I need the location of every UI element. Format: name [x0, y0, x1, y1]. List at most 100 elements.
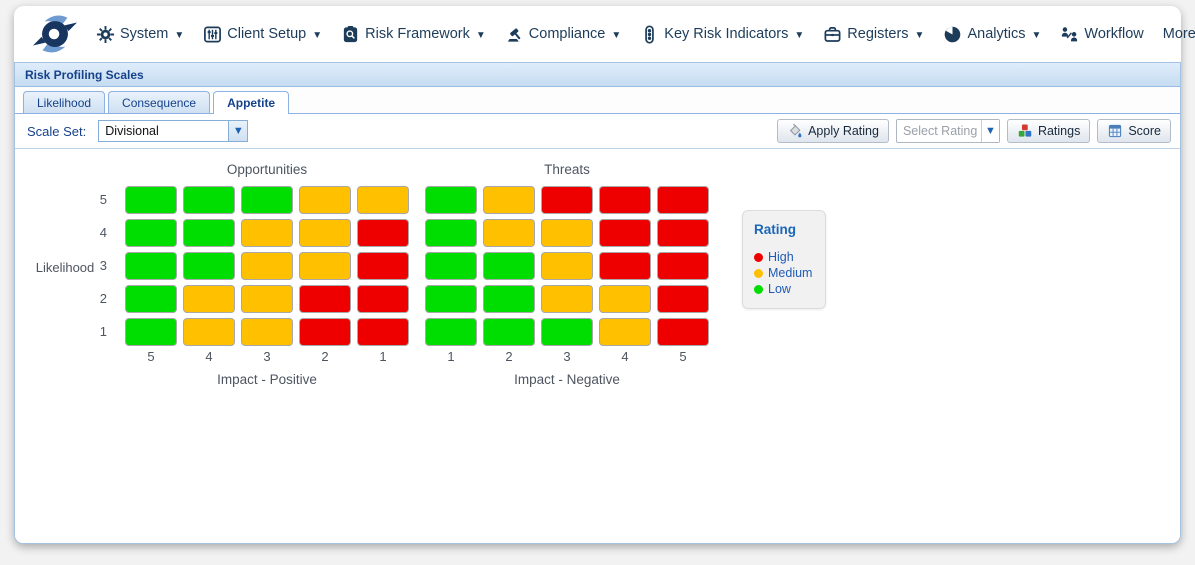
chevron-down-icon[interactable]: ▼ — [228, 121, 247, 141]
tab-likelihood[interactable]: Likelihood — [23, 91, 105, 113]
threats-cell-likelihood4-impact3-medium[interactable] — [541, 219, 593, 247]
opportunities-cell-likelihood2-impact3-medium[interactable] — [241, 285, 293, 313]
gear-icon — [96, 25, 115, 44]
legend-item-high: High — [754, 250, 825, 264]
legend-title: Rating — [754, 222, 825, 237]
threats-cell-likelihood2-impact2-low[interactable] — [483, 285, 535, 313]
opportunities-cell-likelihood1-impact2-high[interactable] — [299, 318, 351, 346]
main-panel: Risk Profiling Scales LikelihoodConseque… — [14, 62, 1181, 544]
threats-cell-likelihood4-impact4-high[interactable] — [599, 219, 651, 247]
legend-items: High Medium Low — [754, 250, 825, 296]
nav-item-compliance[interactable]: Compliance▼ — [505, 25, 621, 44]
opportunities-impact-label-1: 1 — [357, 349, 409, 364]
threats-cell-likelihood1-impact3-low[interactable] — [541, 318, 593, 346]
chevron-down-icon: ▼ — [1031, 30, 1041, 41]
rating-legend: Rating High Medium Low — [742, 210, 826, 309]
opportunities-cell-likelihood2-impact4-medium[interactable] — [183, 285, 235, 313]
gavel-icon — [505, 25, 524, 44]
nav-item-key-risk-indicators[interactable]: Key Risk Indicators ▼ — [640, 25, 804, 44]
opportunities-cell-likelihood1-impact5-low[interactable] — [125, 318, 177, 346]
nav-item-client-setup[interactable]: Client Setup▼ — [203, 25, 322, 44]
threats-cell-likelihood5-impact4-high[interactable] — [599, 186, 651, 214]
threats-cell-likelihood1-impact4-medium[interactable] — [599, 318, 651, 346]
threats-impact-label-3: 3 — [541, 349, 593, 364]
opportunities-cell-likelihood4-impact4-low[interactable] — [183, 219, 235, 247]
threats-cell-likelihood3-impact2-low[interactable] — [483, 252, 535, 280]
legend-item-label: Low — [768, 282, 791, 296]
opportunities-cell-likelihood1-impact4-medium[interactable] — [183, 318, 235, 346]
threats-cell-likelihood2-impact1-low[interactable] — [425, 285, 477, 313]
ratings-button[interactable]: Ratings — [1007, 119, 1090, 143]
nav-item-more[interactable]: More▼ — [1163, 26, 1195, 42]
opportunities-cell-likelihood5-impact1-medium[interactable] — [357, 186, 409, 214]
threats-cell-likelihood2-impact4-medium[interactable] — [599, 285, 651, 313]
nav-item-analytics[interactable]: Analytics▼ — [943, 25, 1041, 44]
opportunities-cell-likelihood3-impact5-low[interactable] — [125, 252, 177, 280]
opportunities-cell-likelihood5-impact5-low[interactable] — [125, 186, 177, 214]
opportunities-cell-likelihood3-impact4-low[interactable] — [183, 252, 235, 280]
threats-x-axis-label: Impact - Negative — [425, 372, 709, 387]
legend-item-medium: Medium — [754, 266, 825, 280]
paint-bucket-icon — [787, 123, 803, 139]
threats-cell-likelihood5-impact2-medium[interactable] — [483, 186, 535, 214]
threats-impact-label-2: 2 — [483, 349, 535, 364]
threats-cell-likelihood3-impact1-low[interactable] — [425, 252, 477, 280]
threats-cell-likelihood4-impact1-low[interactable] — [425, 219, 477, 247]
nav-item-label: Key Risk Indicators — [664, 26, 788, 42]
opportunities-cell-likelihood2-impact5-low[interactable] — [125, 285, 177, 313]
nav-item-registers[interactable]: Registers▼ — [823, 25, 924, 44]
opportunities-title: Opportunities — [125, 162, 409, 177]
nav-item-risk-framework[interactable]: Risk Framework▼ — [341, 25, 486, 44]
opportunities-cell-likelihood1-impact3-medium[interactable] — [241, 318, 293, 346]
threats-cell-likelihood3-impact5-high[interactable] — [657, 252, 709, 280]
opportunities-impact-label-3: 3 — [241, 349, 293, 364]
threats-cell-likelihood5-impact1-low[interactable] — [425, 186, 477, 214]
scale-set-select[interactable]: Divisional ▼ — [98, 120, 248, 142]
toolbar: Scale Set: Divisional ▼ Apply Rating — [15, 114, 1180, 149]
chevron-down-icon[interactable]: ▼ — [981, 120, 999, 142]
nav-item-system[interactable]: System▼ — [96, 25, 184, 44]
opportunities-impact-label-5: 5 — [125, 349, 177, 364]
opportunities-cell-likelihood4-impact3-medium[interactable] — [241, 219, 293, 247]
threats-cell-likelihood1-impact5-high[interactable] — [657, 318, 709, 346]
threats-cell-likelihood2-impact5-high[interactable] — [657, 285, 709, 313]
nav-item-workflow[interactable]: Workflow — [1060, 25, 1143, 44]
threats-cell-likelihood4-impact5-high[interactable] — [657, 219, 709, 247]
protecht-logo-icon — [32, 11, 78, 57]
tab-appetite[interactable]: Appetite — [213, 91, 289, 114]
opportunities-cell-likelihood4-impact2-medium[interactable] — [299, 219, 351, 247]
page: System▼ Client Setup▼ Risk Framework▼ Compl… — [0, 0, 1195, 565]
opportunities-cell-likelihood3-impact1-high[interactable] — [357, 252, 409, 280]
opportunities-cell-likelihood1-impact1-high[interactable] — [357, 318, 409, 346]
title-bar: Risk Profiling Scales — [15, 63, 1180, 87]
opportunities-cell-likelihood4-impact5-low[interactable] — [125, 219, 177, 247]
threats-cell-likelihood3-impact4-high[interactable] — [599, 252, 651, 280]
low-dot-icon — [754, 285, 763, 294]
threats-cell-likelihood2-impact3-medium[interactable] — [541, 285, 593, 313]
threats-cell-likelihood5-impact3-high[interactable] — [541, 186, 593, 214]
chevron-down-icon: ▼ — [794, 30, 804, 41]
threats-cell-likelihood4-impact2-medium[interactable] — [483, 219, 535, 247]
opportunities-cell-likelihood3-impact3-medium[interactable] — [241, 252, 293, 280]
nav-item-label: Registers — [847, 26, 908, 42]
opportunities-cell-likelihood5-impact4-low[interactable] — [183, 186, 235, 214]
threats-cell-likelihood3-impact3-medium[interactable] — [541, 252, 593, 280]
app-window: System▼ Client Setup▼ Risk Framework▼ Compl… — [14, 6, 1181, 544]
opportunities-cell-likelihood4-impact1-high[interactable] — [357, 219, 409, 247]
chevron-down-icon: ▼ — [174, 30, 184, 41]
tab-consequence[interactable]: Consequence — [108, 91, 210, 113]
score-button[interactable]: Score — [1097, 119, 1171, 143]
threats-cell-likelihood5-impact5-high[interactable] — [657, 186, 709, 214]
threats-cell-likelihood1-impact2-low[interactable] — [483, 318, 535, 346]
apply-rating-button[interactable]: Apply Rating — [777, 119, 889, 143]
threats-cell-likelihood1-impact1-low[interactable] — [425, 318, 477, 346]
opportunities-cell-likelihood2-impact2-high[interactable] — [299, 285, 351, 313]
opportunities-cell-likelihood5-impact2-medium[interactable] — [299, 186, 351, 214]
cubes-icon — [1017, 123, 1033, 139]
opportunities-cell-likelihood5-impact3-low[interactable] — [241, 186, 293, 214]
threats-impact-label-4: 4 — [599, 349, 651, 364]
opportunities-cell-likelihood3-impact2-medium[interactable] — [299, 252, 351, 280]
opportunities-cell-likelihood2-impact1-high[interactable] — [357, 285, 409, 313]
y-axis-label: Likelihood — [21, 260, 109, 275]
select-rating-dropdown[interactable]: Select Rating ▼ — [896, 119, 1000, 143]
